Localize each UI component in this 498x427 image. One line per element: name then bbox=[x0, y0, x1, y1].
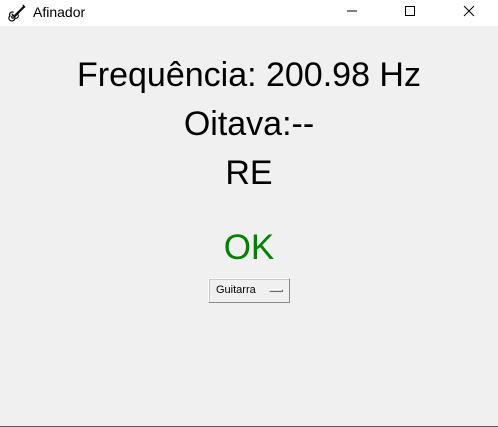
option-menu-indicator-icon bbox=[269, 289, 283, 292]
instrument-select-value: Guitarra bbox=[216, 284, 256, 296]
note-label: RE bbox=[225, 154, 273, 192]
tuner-window: Afinador Frequência: 200.98 Hz Oitava:--… bbox=[0, 0, 498, 427]
maximize-button[interactable] bbox=[387, 0, 433, 26]
title-bar[interactable]: Afinador bbox=[0, 0, 498, 26]
window-title: Afinador bbox=[33, 4, 86, 20]
close-icon bbox=[463, 4, 475, 22]
minimize-icon bbox=[346, 4, 358, 22]
instrument-select[interactable]: Guitarra bbox=[208, 278, 290, 303]
guitar-icon bbox=[7, 3, 27, 23]
minimize-button[interactable] bbox=[329, 0, 375, 26]
octave-label: Oitava:-- bbox=[183, 105, 315, 143]
maximize-icon bbox=[404, 4, 416, 22]
tuner-panel: Frequência: 200.98 Hz Oitava:-- RE OK Gu… bbox=[0, 26, 498, 426]
close-button[interactable] bbox=[446, 0, 492, 26]
tuning-status-label: OK bbox=[223, 228, 275, 267]
frequency-label: Frequência: 200.98 Hz bbox=[77, 56, 421, 94]
